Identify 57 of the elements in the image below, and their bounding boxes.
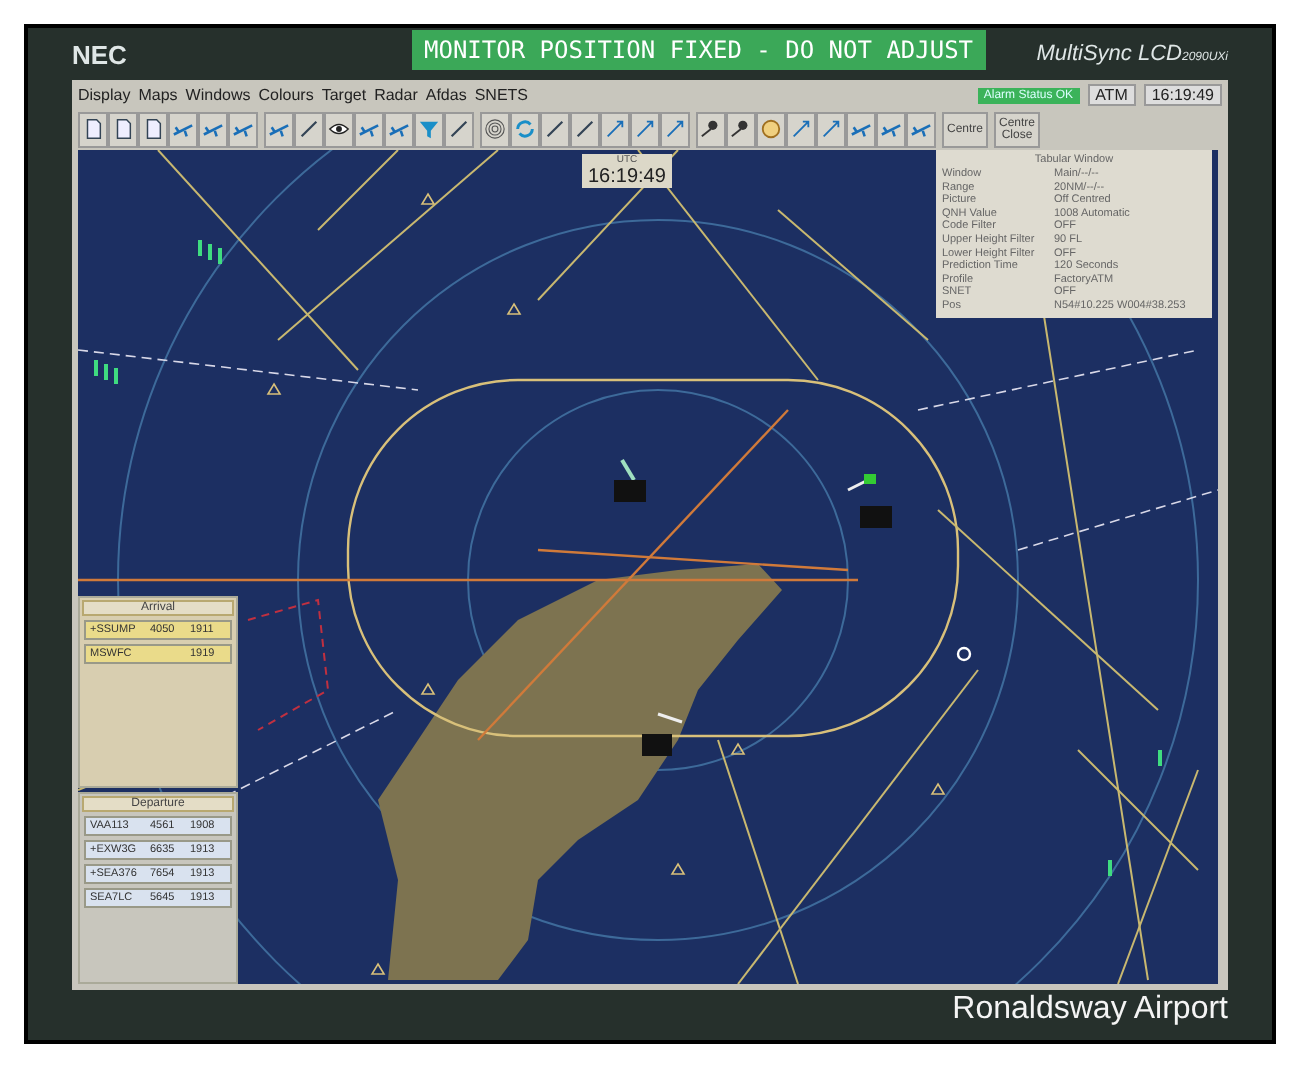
document-icon (112, 118, 134, 140)
toolbar-button[interactable] (108, 111, 138, 147)
waypoint-icon (266, 382, 282, 395)
pin-icon (730, 118, 752, 140)
plane-icon (172, 118, 194, 140)
plane-icon (388, 118, 410, 140)
pin-icon (700, 118, 722, 140)
waypoint-icon (730, 742, 746, 755)
menu-item[interactable]: Windows (185, 86, 251, 104)
menu-item[interactable]: Target (321, 86, 367, 104)
waypoint-icon (506, 302, 522, 315)
plane-icon (358, 118, 380, 140)
spiral-button[interactable] (480, 111, 510, 147)
plane-icon (850, 118, 872, 140)
toolbar-button[interactable] (78, 111, 108, 147)
funnel-icon (418, 118, 440, 140)
aircraft-trail-mark (1158, 750, 1162, 766)
document-icon (142, 118, 164, 140)
aircraft-track-drawing (642, 712, 683, 756)
notice-banner: MONITOR POSITION FIXED - DO NOT ADJUST (412, 30, 986, 70)
waypoint-icon (370, 962, 386, 975)
aircraft-trail-mark (94, 360, 118, 384)
menu-item[interactable]: Display (78, 86, 131, 104)
menu-item[interactable]: Colours (258, 86, 314, 104)
aircraft-trail-mark (198, 240, 222, 264)
menu-item[interactable]: Maps (138, 86, 178, 104)
eye-icon (328, 118, 350, 140)
target-symbol (956, 646, 972, 662)
document-icon (82, 118, 104, 140)
aircraft-trail-mark (1108, 860, 1112, 876)
toolbar-button[interactable] (696, 111, 726, 147)
waypoint-icon (420, 192, 436, 205)
menu-item[interactable]: Radar (374, 86, 418, 104)
plane-icon (202, 118, 224, 140)
clock-icon (760, 118, 782, 140)
menu-item[interactable]: Afdas (425, 86, 467, 104)
toolbar-button[interactable] (324, 111, 354, 147)
aircraft-track-drawing (614, 458, 646, 502)
brand-label: NEC (72, 39, 129, 69)
refresh-icon (514, 118, 536, 140)
toolbar-button[interactable] (138, 111, 168, 147)
range-rings-icon (484, 118, 506, 140)
plane-icon (880, 118, 902, 140)
plane-icon (232, 118, 254, 140)
clock-time: 16:19:49 (1143, 84, 1222, 106)
aircraft-track-drawing (847, 474, 892, 528)
toolbar-button[interactable] (726, 111, 756, 147)
waypoint-icon (420, 682, 436, 695)
plane-icon (268, 118, 290, 140)
mode-label: ATM (1087, 84, 1136, 106)
plane-icon (910, 118, 932, 140)
utc-time: 16:19:49 (588, 166, 666, 188)
menu-item[interactable]: SNETS (474, 86, 528, 104)
waypoint-icon (670, 862, 686, 875)
caption-text: Ronaldsway Airport (952, 992, 1228, 1028)
waypoint-icon (930, 782, 946, 795)
restricted-area-drawing (247, 598, 330, 731)
